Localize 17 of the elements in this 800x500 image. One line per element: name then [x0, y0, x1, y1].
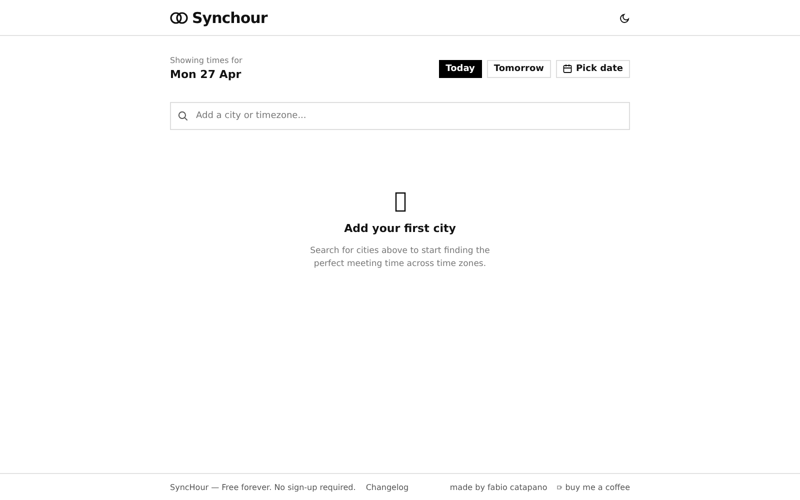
placeholder-glyph-icon	[394, 192, 406, 212]
moon-icon[interactable]	[620, 12, 630, 22]
selected-date: Mon 27 Apr	[170, 68, 242, 81]
logo-icon	[170, 12, 188, 24]
footer-tagline: SyncHour — Free forever. No sign-up required.	[170, 482, 356, 492]
day-button[interactable]: Today	[438, 60, 482, 78]
brand-name: Synchour	[192, 8, 268, 26]
day-button[interactable]: Tomorrow	[486, 60, 551, 78]
changelog-link[interactable]: Changelog	[366, 482, 409, 492]
coffee-link[interactable]: buy me a coffee	[565, 482, 630, 492]
search-field[interactable]: Add a city or timezone...	[170, 102, 630, 130]
calendar-icon	[562, 64, 572, 73]
date-caption: Showing times for	[170, 56, 242, 65]
empty-state-text: Search for cities above to start finding the perfect meeting time across time zones.	[309, 245, 491, 271]
empty-state-title: Add your first city	[344, 222, 456, 235]
author-link[interactable]: made by fabio catapano	[450, 482, 548, 492]
pick-date-button[interactable]: Pick date	[556, 60, 630, 78]
